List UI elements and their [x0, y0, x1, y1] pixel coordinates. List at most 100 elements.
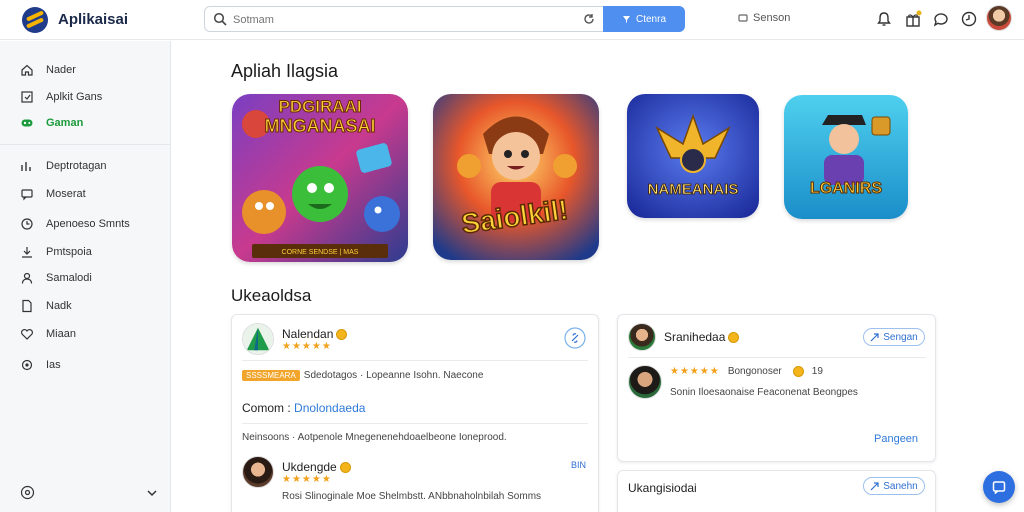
gift-icon[interactable] — [904, 10, 922, 28]
comment-row: Comom : Dnolondaeda — [242, 401, 365, 415]
avatar[interactable] — [628, 365, 662, 399]
user-avatar[interactable] — [986, 5, 1012, 31]
clock-icon — [21, 218, 33, 230]
tile-caption-main: LGANIRS — [810, 180, 882, 197]
sidebar-item-label: Pmtspoia — [46, 246, 92, 258]
settings-icon — [21, 359, 33, 371]
search-button[interactable]: Ctenra — [603, 6, 685, 32]
chat-icon[interactable] — [932, 10, 950, 28]
game-art-emblem: NAMEANAIS — [627, 94, 759, 218]
sidebar-item-label: Apenoeso Smnts — [46, 218, 130, 230]
sensor-label: Senson — [753, 12, 791, 24]
sidebar-item-label: Nader — [46, 64, 76, 76]
search-input[interactable] — [233, 11, 573, 28]
verified-badge-icon — [728, 332, 740, 344]
avatar[interactable] — [628, 323, 656, 351]
chevron-down-icon[interactable] — [146, 487, 158, 499]
apps-icon — [21, 91, 33, 103]
home-icon — [21, 64, 33, 76]
review-meta: SSSSMEARA Sdedotagos · Lopeanne Isohn. Na… — [242, 370, 483, 381]
reply-action[interactable]: BIN — [571, 460, 586, 470]
message-icon — [992, 481, 1006, 494]
follow-button[interactable]: Sengan — [863, 328, 925, 346]
sidebar-item-favorites[interactable]: Miaan — [20, 325, 76, 343]
clock-icon[interactable] — [960, 10, 978, 28]
sidebar-item-downloads[interactable]: Pmtspoia — [20, 243, 92, 261]
review-author: Ukangisiodai — [628, 481, 697, 495]
review-header: Sranihedaa — [628, 323, 740, 351]
comment-label: Comom : — [242, 401, 291, 415]
sidebar-item-messages[interactable]: Moserat — [20, 185, 86, 203]
search-button-label: Ctenra — [635, 13, 666, 25]
help-icon[interactable] — [20, 485, 35, 500]
divider — [242, 360, 588, 361]
follow-button[interactable]: Sanehn — [863, 477, 925, 495]
user-icon — [21, 272, 33, 284]
sensor-icon — [738, 14, 748, 22]
verified-badge-icon — [792, 366, 804, 377]
divider — [242, 423, 588, 424]
sidebar-item-settings[interactable]: Ias — [20, 356, 61, 374]
game-art-monsters: PDGIRAAI MNGANASAI CORNE SENDSE | MAS — [232, 94, 408, 262]
sidebar-item-label: Gaman — [46, 117, 84, 129]
reply-author: Ukdengde — [282, 460, 351, 474]
app-title: Aplikaisai — [58, 11, 129, 28]
download-icon — [22, 247, 32, 258]
review-author: Sranihedaa — [664, 330, 740, 344]
sidebar-item-label: Nadk — [46, 300, 72, 312]
sidebar-item-apps[interactable]: Aplkit Gans — [20, 88, 102, 106]
send-icon — [870, 332, 879, 341]
heart-icon — [21, 329, 33, 340]
comment-link[interactable]: Dnolondaeda — [294, 401, 365, 415]
review-card: Nalendan ★★★★★ SSSSMEARA Sdedotagos · Lop… — [231, 314, 599, 512]
sidebar-item-label: Deptrotagan — [46, 160, 107, 172]
sidebar-item-games[interactable]: Gaman — [20, 114, 83, 132]
gamepad-icon — [21, 119, 33, 127]
tile-caption-main: MNGANASAI — [265, 116, 376, 136]
chat-fab-button[interactable] — [983, 471, 1015, 503]
bell-icon[interactable] — [875, 10, 893, 28]
sidebar-item-home[interactable]: Nader — [20, 61, 76, 79]
filter-icon — [622, 15, 630, 23]
divider — [628, 357, 926, 358]
sidebar-item-label: Aplkit Gans — [46, 91, 103, 103]
sidebar-item-documents[interactable]: Nadk — [20, 297, 72, 315]
featured-game-tile-2[interactable]: Saiolkil! — [433, 94, 599, 260]
review-card: Sranihedaa Sengan ★★★★★ Bongonoser 19 So… — [617, 314, 936, 462]
reply-header: Ukdengde ★★★★★ — [242, 456, 351, 488]
avatar[interactable] — [242, 456, 274, 488]
send-icon — [870, 481, 879, 490]
footer-link[interactable]: Pangeen — [874, 433, 918, 445]
reviews-title: Ukeaoldsa — [231, 286, 312, 305]
follow-label: Sanehn — [883, 480, 918, 492]
link-icon[interactable] — [564, 327, 586, 349]
sidebar-divider — [0, 144, 171, 145]
review-tag: SSSSMEARA — [242, 370, 300, 381]
reply-meta: ★★★★★ Bongonoser 19 — [670, 366, 858, 377]
tile-caption-bottom: CORNE SENDSE | MAS — [282, 249, 359, 256]
reply-name: Bongonoser — [727, 366, 782, 377]
sensor-toggle[interactable]: Senson — [738, 12, 790, 24]
review-author: Nalendan — [282, 327, 348, 341]
verified-badge-icon — [336, 328, 348, 340]
review-card: Ukangisiodai Sanehn — [617, 470, 936, 512]
avatar[interactable] — [242, 323, 274, 355]
message-icon — [21, 189, 33, 201]
refresh-icon[interactable] — [583, 13, 595, 25]
sidebar-item-recent[interactable]: Apenoeso Smnts — [20, 215, 130, 233]
search-bar[interactable]: Ctenra — [204, 6, 685, 32]
tile-caption-main: NAMEANAIS — [648, 181, 739, 198]
app-logo[interactable] — [22, 7, 48, 33]
sidebar-item-charts[interactable]: Deptrotagan — [20, 157, 107, 175]
sidebar-item-label: Ias — [46, 359, 61, 371]
featured-game-tile-3[interactable]: NAMEANAIS — [627, 94, 759, 218]
review-header: Nalendan ★★★★★ — [242, 323, 348, 355]
featured-game-tile-4[interactable]: LGANIRS — [784, 95, 908, 219]
search-icon — [213, 12, 227, 26]
sidebar-item-label: Miaan — [46, 328, 76, 340]
sidebar-item-profile[interactable]: Samalodi — [20, 269, 92, 287]
featured-title: Apliah Ilagsia — [231, 61, 339, 81]
featured-game-tile-1[interactable]: PDGIRAAI MNGANASAI CORNE SENDSE | MAS — [232, 94, 408, 262]
document-icon — [22, 299, 32, 313]
sidebar-item-label: Moserat — [46, 188, 86, 200]
